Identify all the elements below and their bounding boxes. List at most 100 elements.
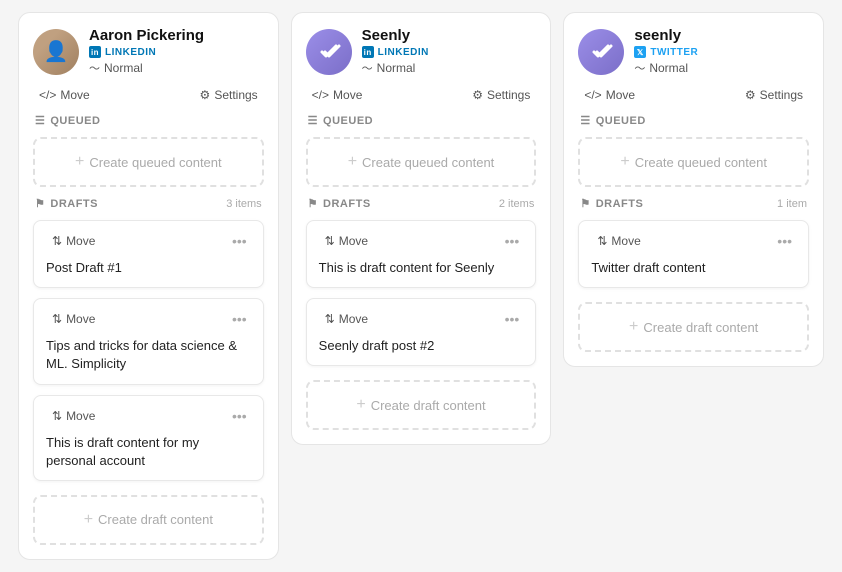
wave-icon: 〜: [362, 60, 373, 76]
draft-options-button[interactable]: •••: [228, 406, 251, 426]
drafts-section-header: ⚑ DRAFTS 3 items: [33, 197, 264, 210]
draft-move-button[interactable]: ⇅ Move: [319, 232, 374, 250]
status-badge: 〜 Normal: [362, 60, 429, 76]
move-arrows-icon: ⇅: [52, 312, 62, 326]
social-badge: in LINKEDIN: [89, 46, 204, 58]
avatar: [306, 29, 352, 75]
move-arrows-icon: ⇅: [52, 409, 62, 423]
column-seenly-linkedin: Seenly in LINKEDIN 〜 Normal </> Move ⚙ S…: [291, 12, 552, 445]
plus-icon: +: [629, 318, 638, 336]
wave-icon: 〜: [89, 60, 100, 76]
drafts-count: 1 item: [777, 198, 807, 210]
create-queued-area[interactable]: + Create queued content: [578, 137, 809, 187]
settings-icon: ⚙: [745, 88, 756, 102]
draft-content: Twitter draft content: [591, 259, 796, 277]
create-queued-label: + Create queued content: [620, 153, 767, 171]
draft-content: Seenly draft post #2: [319, 337, 524, 355]
draft-move-button[interactable]: ⇅ Move: [46, 310, 101, 328]
drafts-label: ⚑ DRAFTS: [580, 197, 643, 210]
queued-icon: ☰: [308, 114, 318, 127]
plus-icon: +: [348, 153, 357, 171]
linkedin-icon: in: [362, 46, 374, 58]
draft-move-button[interactable]: ⇅ Move: [319, 310, 374, 328]
move-icon: </>: [584, 88, 601, 102]
move-button[interactable]: </> Move: [580, 86, 639, 104]
profile-info: Seenly in LINKEDIN 〜 Normal: [362, 27, 429, 76]
create-queued-area[interactable]: + Create queued content: [33, 137, 264, 187]
social-badge: 𝕏 TWITTER: [634, 46, 698, 58]
queued-icon: ☰: [35, 114, 45, 127]
avatar: 👤: [33, 29, 79, 75]
profile-name: Seenly: [362, 27, 429, 44]
drafts-label: ⚑ DRAFTS: [308, 197, 371, 210]
twitter-icon: 𝕏: [634, 46, 646, 58]
move-button[interactable]: </> Move: [308, 86, 367, 104]
linkedin-icon: in: [89, 46, 101, 58]
status-badge: 〜 Normal: [634, 60, 698, 76]
top-actions: </> Move ⚙ Settings: [306, 86, 537, 104]
draft-options-button[interactable]: •••: [228, 231, 251, 251]
draft-options-button[interactable]: •••: [501, 231, 524, 251]
profile-name: seenly: [634, 27, 698, 44]
draft-options-button[interactable]: •••: [773, 231, 796, 251]
draft-card: ⇅ Move ••• Post Draft #1: [33, 220, 264, 288]
draft-content: Post Draft #1: [46, 259, 251, 277]
draft-content: Tips and tricks for data science & ML. S…: [46, 337, 251, 373]
settings-button[interactable]: ⚙ Settings: [196, 86, 262, 104]
drafts-icon: ⚑: [580, 197, 590, 210]
draft-card-header: ⇅ Move •••: [319, 231, 524, 251]
drafts-section-header: ⚑ DRAFTS 1 item: [578, 197, 809, 210]
draft-card: ⇅ Move ••• Tips and tricks for data scie…: [33, 298, 264, 384]
create-draft-label: + Create draft content: [356, 396, 485, 414]
top-actions: </> Move ⚙ Settings: [33, 86, 264, 104]
draft-content: This is draft content for Seenly: [319, 259, 524, 277]
move-icon: </>: [312, 88, 329, 102]
draft-move-button[interactable]: ⇅ Move: [46, 232, 101, 250]
profile-info: Aaron Pickering in LINKEDIN 〜 Normal: [89, 27, 204, 76]
wave-icon: 〜: [634, 60, 645, 76]
draft-move-button[interactable]: ⇅ Move: [46, 407, 101, 425]
status-badge: 〜 Normal: [89, 60, 204, 76]
create-queued-area[interactable]: + Create queued content: [306, 137, 537, 187]
create-draft-area[interactable]: + Create draft content: [578, 302, 809, 352]
drafts-icon: ⚑: [35, 197, 45, 210]
queued-section-header: ☰ QUEUED: [33, 114, 264, 127]
draft-move-button[interactable]: ⇅ Move: [591, 232, 646, 250]
drafts-label: ⚑ DRAFTS: [35, 197, 98, 210]
social-badge: in LINKEDIN: [362, 46, 429, 58]
create-draft-label: + Create draft content: [84, 511, 213, 529]
move-arrows-icon: ⇅: [597, 234, 607, 248]
profile-name: Aaron Pickering: [89, 27, 204, 44]
plus-icon: +: [84, 511, 93, 529]
queued-label: ☰ QUEUED: [308, 114, 373, 127]
create-queued-label: + Create queued content: [75, 153, 222, 171]
settings-button[interactable]: ⚙ Settings: [468, 86, 534, 104]
plus-icon: +: [75, 153, 84, 171]
drafts-count: 3 items: [226, 198, 261, 210]
avatar: [578, 29, 624, 75]
draft-options-button[interactable]: •••: [501, 309, 524, 329]
draft-card: ⇅ Move ••• This is draft content for See…: [306, 220, 537, 288]
drafts-icon: ⚑: [308, 197, 318, 210]
plus-icon: +: [356, 396, 365, 414]
draft-card-header: ⇅ Move •••: [591, 231, 796, 251]
column-seenly-twitter: seenly 𝕏 TWITTER 〜 Normal </> Move ⚙ Set…: [563, 12, 824, 367]
draft-card: ⇅ Move ••• Twitter draft content: [578, 220, 809, 288]
draft-card-header: ⇅ Move •••: [46, 406, 251, 426]
queued-section-header: ☰ QUEUED: [578, 114, 809, 127]
settings-button[interactable]: ⚙ Settings: [741, 86, 807, 104]
settings-icon: ⚙: [472, 88, 483, 102]
draft-options-button[interactable]: •••: [228, 309, 251, 329]
drafts-section-header: ⚑ DRAFTS 2 items: [306, 197, 537, 210]
draft-card-header: ⇅ Move •••: [46, 231, 251, 251]
plus-icon: +: [620, 153, 629, 171]
create-draft-label: + Create draft content: [629, 318, 758, 336]
top-actions: </> Move ⚙ Settings: [578, 86, 809, 104]
create-draft-area[interactable]: + Create draft content: [33, 495, 264, 545]
move-arrows-icon: ⇅: [325, 234, 335, 248]
settings-icon: ⚙: [200, 88, 211, 102]
create-draft-area[interactable]: + Create draft content: [306, 380, 537, 430]
draft-card-header: ⇅ Move •••: [319, 309, 524, 329]
queued-label: ☰ QUEUED: [35, 114, 100, 127]
move-button[interactable]: </> Move: [35, 86, 94, 104]
